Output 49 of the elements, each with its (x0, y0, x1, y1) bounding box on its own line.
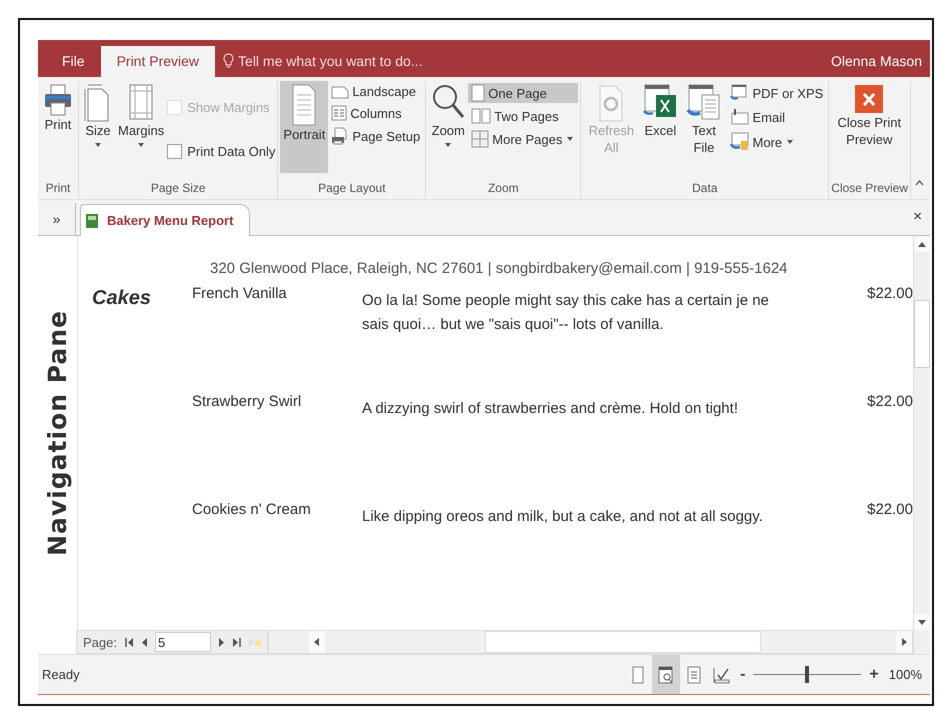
ribbon-button[interactable]: Print (40, 81, 76, 179)
item-description: Like dipping oreos and milk, but a cake, and not at all soggy. (362, 508, 763, 525)
document-tab[interactable]: Bakery Menu Report (80, 204, 250, 236)
item-price: $22.00 (867, 285, 913, 302)
item-description: A dizzying swirl of strawberries and crème. Hold on tight! (362, 400, 738, 417)
group-label: Page Size (150, 180, 207, 197)
item-description: Oo la la! Some people might say this cake has a certain je ne sais quoi… but we "sais quoi"-- lots of vanilla. (362, 292, 769, 333)
ribbon-button[interactable]: Columns (328, 104, 424, 122)
ribbon-button[interactable]: More (726, 131, 826, 153)
ribbon-button[interactable]: Text File (681, 81, 726, 179)
ribbon-button[interactable]: Two Pages (468, 107, 578, 125)
ribbon-button[interactable]: One Page (468, 83, 578, 103)
group-label: Data (691, 180, 718, 197)
group-label: Zoom (486, 180, 520, 197)
user-name[interactable]: Olenna Mason (822, 46, 930, 77)
group-label: Page Layout (317, 180, 387, 197)
group-label: Close Preview (831, 180, 908, 197)
ribbon-button[interactable]: Size (81, 81, 115, 179)
page-label: Page: (83, 634, 117, 650)
ribbon-button[interactable]: Zoom (428, 81, 468, 179)
ribbon-tab[interactable]: Print Preview (100, 46, 216, 77)
ribbon-button[interactable]: Margins (115, 81, 168, 179)
zoom-percentage: 100% (888, 667, 923, 682)
ribbon-button[interactable]: More Pages (468, 129, 578, 149)
ribbon-button[interactable]: PDF or XPS (726, 83, 826, 103)
zoom-out-button[interactable]: - (736, 666, 750, 684)
item-name: Strawberry Swirl (192, 393, 302, 410)
category-heading: Cakes (92, 286, 152, 311)
address-line: 320 Glenwood Place, Raleigh, NC 27601 | songbirdbakery@email.com | 919-555-1624 (209, 260, 789, 277)
expand-button[interactable]: » (38, 203, 76, 235)
ribbon-button[interactable]: Excel (639, 81, 682, 179)
ribbon-button[interactable]: Portrait (280, 81, 328, 173)
tell-me-search[interactable]: Tell me what you want to do... (215, 46, 430, 77)
status-text: Ready (42, 667, 80, 682)
item-name: French Vanilla (192, 285, 287, 302)
page-number-field[interactable]: 5 (154, 632, 211, 652)
checkbox[interactable]: Print Data Only (167, 144, 276, 158)
ribbon-button[interactable]: Close Print Preview (831, 81, 908, 179)
close-button[interactable]: × (905, 208, 930, 235)
item-price: $22.00 (867, 501, 913, 518)
item-price: $22.00 (867, 393, 913, 410)
item-name: Cookies n' Cream (192, 501, 311, 518)
group-label: Print (44, 180, 72, 197)
ribbon-button[interactable]: Landscape (328, 83, 424, 100)
ribbon-button[interactable]: Page Setup (328, 126, 424, 146)
navigation-pane-label[interactable]: Navigation Pane (43, 310, 72, 556)
ribbon-button[interactable]: Email (726, 107, 826, 127)
zoom-in-button[interactable]: + (865, 666, 883, 684)
ribbon-tab[interactable]: File (46, 46, 101, 77)
